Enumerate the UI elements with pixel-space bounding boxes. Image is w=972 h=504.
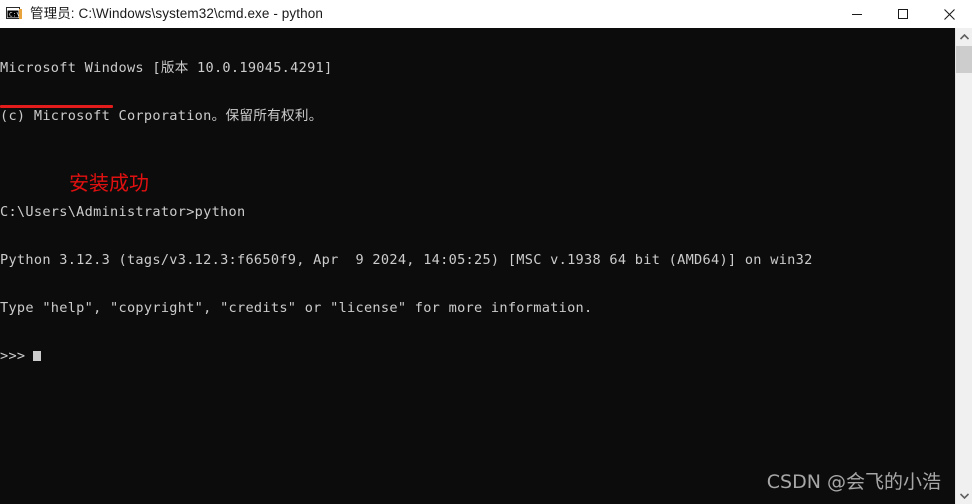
console-line: Type "help", "copyright", "credits" or "…: [0, 300, 593, 316]
svg-text:C:\: C:\: [9, 11, 20, 18]
console-prompt-line: >>>: [0, 348, 813, 364]
minimize-icon: [852, 14, 862, 15]
scrollbar-down-button[interactable]: [956, 487, 972, 504]
scrollbar-thumb[interactable]: [956, 46, 972, 73]
chevron-up-icon: [959, 33, 969, 40]
cmd-exe-icon: C:\: [6, 6, 22, 22]
console-line: Microsoft Windows [版本 10.0.19045.4291]: [0, 60, 333, 76]
chevron-down-icon: [959, 492, 969, 499]
close-icon: [943, 8, 955, 20]
console-output-area[interactable]: Microsoft Windows [版本 10.0.19045.4291] (…: [0, 28, 955, 504]
console-text-block: Microsoft Windows [版本 10.0.19045.4291] (…: [0, 28, 813, 396]
window-controls: [834, 0, 972, 28]
maximize-button[interactable]: [880, 0, 926, 28]
maximize-icon: [898, 9, 908, 19]
console-line-python-version: Python 3.12.3 (tags/v3.12.3:f6650f9, Apr…: [0, 252, 813, 268]
console-line: (c) Microsoft Corporation。保留所有权利。: [0, 108, 323, 124]
console-line: C:\Users\Administrator>python: [0, 204, 246, 220]
window-title: 管理员: C:\Windows\system32\cmd.exe - pytho…: [30, 6, 323, 21]
scrollbar-track[interactable]: [956, 45, 972, 487]
minimize-button[interactable]: [834, 0, 880, 28]
red-underline-annotation: [0, 105, 113, 108]
close-button[interactable]: [926, 0, 972, 28]
scrollbar-up-button[interactable]: [956, 28, 972, 45]
title-bar[interactable]: C:\ 管理员: C:\Windows\system32\cmd.exe - p…: [0, 0, 972, 28]
cmd-window: C:\ 管理员: C:\Windows\system32\cmd.exe - p…: [0, 0, 972, 504]
annotation-note: 安装成功: [69, 171, 149, 195]
python-prompt: >>>: [0, 348, 26, 364]
vertical-scrollbar[interactable]: [955, 28, 972, 504]
csdn-watermark: CSDN @会飞的小浩: [766, 471, 941, 493]
text-cursor: [33, 351, 42, 361]
